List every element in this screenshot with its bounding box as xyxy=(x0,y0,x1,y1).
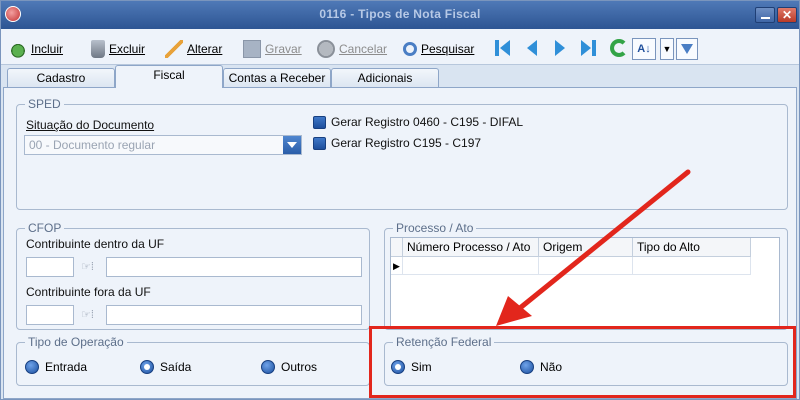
next-record-icon[interactable] xyxy=(555,40,565,56)
situacao-select[interactable]: 00 - Documento regular xyxy=(24,135,302,155)
first-record-icon[interactable] xyxy=(495,40,499,56)
lookup-icon[interactable]: ☞⁞ xyxy=(81,308,99,322)
processo-group-title: Processo / Ato xyxy=(393,221,477,235)
table-cell[interactable] xyxy=(633,257,751,275)
previous-record-icon[interactable] xyxy=(527,40,537,56)
search-icon xyxy=(403,42,417,56)
refresh-icon[interactable] xyxy=(610,39,628,57)
checkbox-c195-label: Gerar Registro C195 - C197 xyxy=(331,136,482,150)
gravar-button[interactable]: Gravar xyxy=(243,37,302,61)
pesquisar-button[interactable]: Pesquisar xyxy=(403,37,474,61)
incluir-label: Incluir xyxy=(31,42,64,56)
pesquisar-label: Pesquisar xyxy=(421,42,475,56)
radio-saida-label: Saída xyxy=(160,360,192,374)
cfop-fora-code-input[interactable] xyxy=(26,305,74,325)
cfop-dentro-description-input[interactable] xyxy=(106,257,362,277)
radio-button-icon xyxy=(261,360,275,374)
radio-button-selected-icon xyxy=(391,360,405,374)
tipo-operacao-title: Tipo de Operação xyxy=(25,335,127,349)
pencil-icon xyxy=(165,40,183,58)
radio-saida[interactable]: Saída xyxy=(140,360,191,374)
row-indicator-icon: ▶ xyxy=(391,257,403,275)
cancel-icon xyxy=(317,40,335,58)
sort-dropdown-icon[interactable]: ▼ xyxy=(660,38,674,60)
cfop-group-title: CFOP xyxy=(25,221,65,235)
column-header-tipo[interactable]: Tipo do Alto xyxy=(633,238,751,257)
alterar-label: Alterar xyxy=(187,42,223,56)
radio-nao[interactable]: Não xyxy=(520,360,562,374)
title-bar[interactable]: 0116 - Tipos de Nota Fiscal ✕ xyxy=(1,1,799,29)
tab-adicionais[interactable]: Adicionais xyxy=(331,68,439,88)
fiscal-tab-content: SPED Situação do Documento 00 - Document… xyxy=(3,87,797,399)
situacao-label: Situação do Documento xyxy=(26,118,155,132)
window-title: 0116 - Tipos de Nota Fiscal xyxy=(319,7,481,21)
gravar-label: Gravar xyxy=(265,42,302,56)
cfop-group: CFOP Contribuinte dentro da UF ☞⁞ Contri… xyxy=(16,221,370,330)
checkbox-c195[interactable] xyxy=(313,137,326,150)
sped-group-title: SPED xyxy=(25,97,64,111)
grid-corner xyxy=(391,238,403,257)
lookup-icon[interactable]: ☞⁞ xyxy=(81,260,99,274)
radio-outros-label: Outros xyxy=(281,360,318,374)
cfop-fora-description-input[interactable] xyxy=(106,305,362,325)
retencao-federal-group: Retenção Federal Sim Não xyxy=(384,335,788,386)
retencao-federal-title: Retenção Federal xyxy=(393,335,495,349)
sort-button[interactable]: A↓ xyxy=(632,38,656,60)
table-cell[interactable] xyxy=(539,257,633,275)
radio-outros[interactable]: Outros xyxy=(261,360,317,374)
processo-grid[interactable]: Número Processo / Ato Origem Tipo do Alt… xyxy=(390,237,780,327)
radio-nao-label: Não xyxy=(540,360,563,374)
radio-sim-label: Sim xyxy=(411,360,432,374)
save-icon xyxy=(243,40,261,58)
excluir-label: Excluir xyxy=(109,42,146,56)
tab-fiscal[interactable]: Fiscal xyxy=(115,65,223,88)
cfop-fora-label: Contribuinte fora da UF xyxy=(26,285,151,299)
column-header-origem[interactable]: Origem xyxy=(539,238,633,257)
cfop-dentro-code-input[interactable] xyxy=(26,257,74,277)
trash-icon xyxy=(91,40,105,58)
cancelar-button[interactable]: Cancelar xyxy=(317,37,387,61)
chevron-down-icon[interactable] xyxy=(283,136,301,154)
radio-entrada[interactable]: Entrada xyxy=(25,360,87,374)
minimize-button[interactable] xyxy=(755,7,775,23)
close-button[interactable]: ✕ xyxy=(777,7,797,23)
last-record-arrow-icon[interactable] xyxy=(581,40,591,56)
checkbox-difal-label: Gerar Registro 0460 - C195 - DIFAL xyxy=(331,115,524,129)
tab-cadastro[interactable]: Cadastro xyxy=(7,68,115,88)
radio-button-selected-icon xyxy=(140,360,154,374)
radio-button-icon xyxy=(520,360,534,374)
radio-entrada-label: Entrada xyxy=(45,360,88,374)
main-window: 0116 - Tipos de Nota Fiscal ✕ Incluir Ex… xyxy=(0,0,800,400)
tab-strip: Cadastro Fiscal Contas a Receber Adicion… xyxy=(1,65,799,88)
cfop-dentro-label: Contribuinte dentro da UF xyxy=(26,237,165,251)
tipo-operacao-group: Tipo de Operação Entrada Saída Outros xyxy=(16,335,370,386)
checkbox-difal[interactable] xyxy=(313,116,326,129)
alterar-button[interactable]: Alterar xyxy=(165,37,222,61)
filter-icon[interactable] xyxy=(676,38,698,60)
incluir-button[interactable]: Incluir xyxy=(9,37,63,61)
radio-button-icon xyxy=(25,360,39,374)
processo-group: Processo / Ato Número Processo / Ato Ori… xyxy=(384,221,788,330)
situacao-value: 00 - Documento regular xyxy=(29,138,156,152)
cancelar-label: Cancelar xyxy=(339,42,388,56)
radio-sim[interactable]: Sim xyxy=(391,360,432,374)
table-cell[interactable] xyxy=(403,257,539,275)
add-icon xyxy=(9,40,27,58)
first-record-arrow-icon[interactable] xyxy=(500,40,510,56)
toolbar: Incluir Excluir Alterar Gravar Cancelar … xyxy=(1,29,799,65)
excluir-button[interactable]: Excluir xyxy=(91,37,145,61)
tab-contas-a-receber[interactable]: Contas a Receber xyxy=(223,68,331,88)
column-header-numero[interactable]: Número Processo / Ato xyxy=(403,238,539,257)
sped-group: SPED Situação do Documento 00 - Document… xyxy=(16,97,788,210)
last-record-icon[interactable] xyxy=(592,40,596,56)
